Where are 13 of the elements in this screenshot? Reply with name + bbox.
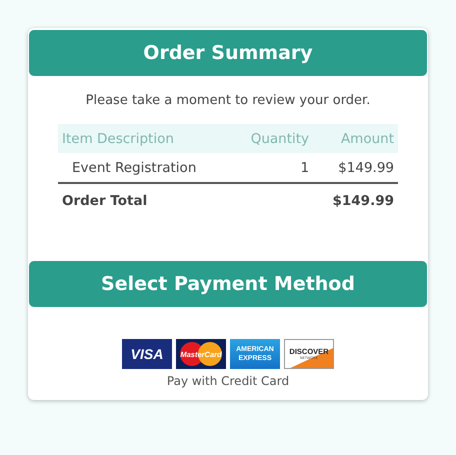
column-header: Quantity <box>250 130 310 146</box>
caption-text: Pay with Credit Card <box>166 374 290 388</box>
visa-logo[interactable]: VISA <box>122 339 172 369</box>
section-title: Order Summary <box>143 42 313 64</box>
total-amount: $149.99 <box>332 192 394 208</box>
table-cell: 1 <box>300 160 310 176</box>
column-header: Item Description <box>62 130 174 146</box>
intro-text: Please take a moment to review your order. <box>84 93 372 108</box>
table-cell: $149.99 <box>338 160 394 176</box>
section-title: Select Payment Method <box>101 273 355 295</box>
table-cell: Event Registration <box>72 160 196 176</box>
column-header: Amount <box>340 130 394 146</box>
total-label: Order Total <box>62 192 148 208</box>
